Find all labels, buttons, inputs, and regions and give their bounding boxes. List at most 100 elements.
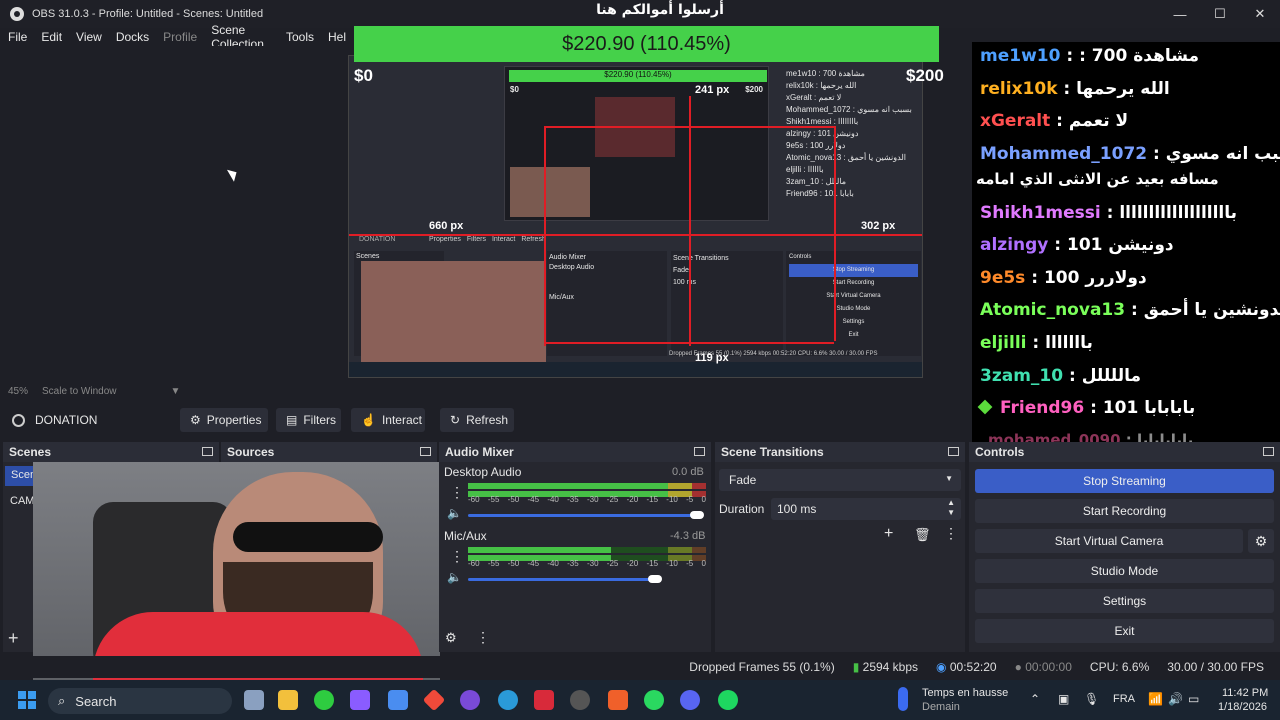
menu-edit[interactable]: Edit xyxy=(41,30,62,44)
app-icon[interactable] xyxy=(460,690,480,710)
task-view-icon[interactable] xyxy=(244,690,264,710)
windows-start-icon[interactable] xyxy=(18,691,36,709)
nested-stop-streaming: Stop Streaming xyxy=(789,264,918,277)
add-transition-icon[interactable]: + xyxy=(884,525,893,543)
clock-time[interactable]: 11:42 PM xyxy=(1222,687,1268,699)
menu-profile[interactable]: Profile xyxy=(163,30,197,44)
nested-chat-line: Atomic_nova13 : الدونشين يا أحمق xyxy=(786,153,906,162)
filters-button[interactable]: ▤ Filters xyxy=(276,408,341,432)
minimize-button[interactable]: — xyxy=(1160,0,1200,28)
undock-icon[interactable] xyxy=(948,447,959,456)
nested-webcam-large xyxy=(361,261,546,369)
properties-button[interactable]: ⚙ Properties xyxy=(180,408,268,432)
exit-button[interactable]: Exit xyxy=(975,619,1274,643)
desktop-audio-menu-icon[interactable]: ⋮ xyxy=(450,484,464,501)
menu-view[interactable]: View xyxy=(76,30,102,44)
undock-icon[interactable] xyxy=(1263,447,1274,456)
nested-transitions-dock: Scene Transitions Fade 100 ms xyxy=(671,251,783,356)
obs-taskbar-icon[interactable] xyxy=(570,690,590,710)
menu-help[interactable]: Hel xyxy=(328,30,346,44)
chevron-down-icon[interactable]: ▼ xyxy=(171,386,181,397)
stop-streaming-button[interactable]: Stop Streaming xyxy=(975,469,1274,493)
mic-aux-volume-slider[interactable] xyxy=(468,578,654,581)
webcam-overlay xyxy=(33,462,440,680)
chat-username: alzingy xyxy=(980,235,1049,255)
weather-title[interactable]: Temps en hausse xyxy=(922,687,1008,699)
transition-menu-icon[interactable]: ⋮ xyxy=(944,525,958,542)
interact-button[interactable]: ☝ Interact xyxy=(351,408,425,432)
battery-icon[interactable]: ▭ xyxy=(1188,692,1199,706)
nested-chat-line: Friend96 : 101 بابابا xyxy=(786,189,854,198)
chat-username: Shikh1messi xyxy=(980,203,1101,223)
virtual-camera-settings-gear-icon[interactable]: ⚙ xyxy=(1248,529,1274,553)
measure-bottom-label: 119 px xyxy=(695,352,729,364)
add-scene-icon[interactable]: + xyxy=(8,628,19,649)
desktop-audio-volume-knob[interactable] xyxy=(690,511,704,519)
nested-chat-line: me1w10 : مشاهدة 700 xyxy=(786,69,865,78)
microphone-icon[interactable]: 🎙 xyxy=(1084,692,1099,706)
undock-icon[interactable] xyxy=(694,447,705,456)
stream-time-value: 00:52:20 xyxy=(949,660,997,674)
spotify-icon[interactable] xyxy=(718,690,738,710)
file-explorer-icon[interactable] xyxy=(278,690,298,710)
chevron-up-icon[interactable]: ⌃ xyxy=(1030,692,1040,706)
undock-icon[interactable] xyxy=(202,447,213,456)
meter-tick-label: -35 xyxy=(567,495,579,504)
desktop-audio-volume-slider[interactable] xyxy=(468,514,694,517)
desktop-audio-scale: -60 -55 -50 -45 -40 -35 -30 -25 -20 -15 -10 -5 0 xyxy=(468,495,706,504)
language-indicator[interactable]: FRA xyxy=(1113,693,1135,705)
mixer-menu-icon[interactable]: ⋮ xyxy=(476,629,490,646)
dropped-frames: Dropped Frames 55 (0.1%) xyxy=(689,660,835,674)
studio-mode-button[interactable]: Studio Mode xyxy=(975,559,1274,583)
maximize-button[interactable]: ☐ xyxy=(1200,0,1240,28)
menu-tools[interactable]: Tools xyxy=(286,30,314,44)
scene-item[interactable]: Scen xyxy=(5,466,33,486)
brave-icon[interactable] xyxy=(608,690,628,710)
desktop-audio-db: 0.0 dB xyxy=(672,466,704,478)
wifi-icon[interactable]: 📶 xyxy=(1148,692,1163,706)
taskbar-search[interactable]: ⌕ Search xyxy=(48,688,232,714)
refresh-button[interactable]: ↻ Refresh xyxy=(440,408,514,432)
chat-line: مسافه بعيد عن الانثى الذي امامه xyxy=(976,170,1219,188)
app-icon[interactable] xyxy=(644,690,664,710)
zoom-mode[interactable]: Scale to Window xyxy=(42,386,116,397)
nested-goal-bar: $220.90 (110.45%) xyxy=(509,70,767,82)
scene-item[interactable]: CAM xyxy=(10,495,34,507)
nested-webcam xyxy=(510,167,590,217)
nested-studio-mode: Studio Mode xyxy=(836,306,871,312)
copilot-icon[interactable] xyxy=(350,690,370,710)
discord-icon[interactable] xyxy=(680,690,700,710)
start-recording-button[interactable]: Start Recording xyxy=(975,499,1274,523)
mixer-settings-icon[interactable]: ⚙ xyxy=(445,630,457,646)
duration-input[interactable]: 100 ms ▲ ▼ xyxy=(771,498,961,520)
undock-icon[interactable] xyxy=(420,447,431,456)
signal-icon: ▮ xyxy=(852,660,860,674)
close-button[interactable]: ✕ xyxy=(1240,0,1280,28)
program-canvas[interactable]: $220.90 (110.45%) $0 $200 me1w10 : مشاهد… xyxy=(348,55,923,378)
stream-time: ◉ 00:52:20 xyxy=(936,660,997,674)
start-virtual-camera-button[interactable]: Start Virtual Camera xyxy=(975,529,1243,553)
menu-docks[interactable]: Docks xyxy=(116,30,149,44)
edge-icon[interactable] xyxy=(498,690,518,710)
chat-message: : : مشاهدة 700 xyxy=(1060,46,1200,66)
store-icon[interactable] xyxy=(388,690,408,710)
trash-icon[interactable]: 🗑 xyxy=(914,527,931,543)
meter-tick-label: -30 xyxy=(586,495,599,504)
mic-aux-volume-knob[interactable] xyxy=(648,575,662,583)
tray-icon[interactable]: ▣ xyxy=(1058,692,1069,706)
app-icon[interactable] xyxy=(314,690,334,710)
guide-line-right xyxy=(834,126,836,341)
speaker-icon[interactable]: 🔈 xyxy=(447,506,462,520)
menu-file[interactable]: File xyxy=(8,30,27,44)
settings-button[interactable]: Settings xyxy=(975,589,1274,613)
meter-tick-label: -60 xyxy=(468,495,480,504)
speaker-icon[interactable]: 🔈 xyxy=(447,570,462,584)
pointer-icon: ☝ xyxy=(361,413,376,427)
stepper-icon[interactable]: ▲ ▼ xyxy=(947,498,955,518)
nested-mixer-mic: Mic/Aux xyxy=(549,294,574,301)
mic-aux-menu-icon[interactable]: ⋮ xyxy=(450,548,464,565)
app-icon[interactable] xyxy=(534,690,554,710)
audio-mixer-title: Audio Mixer xyxy=(445,445,514,459)
transition-select[interactable]: Fade ▼ xyxy=(719,469,961,491)
volume-icon[interactable]: 🔊 xyxy=(1168,692,1183,706)
